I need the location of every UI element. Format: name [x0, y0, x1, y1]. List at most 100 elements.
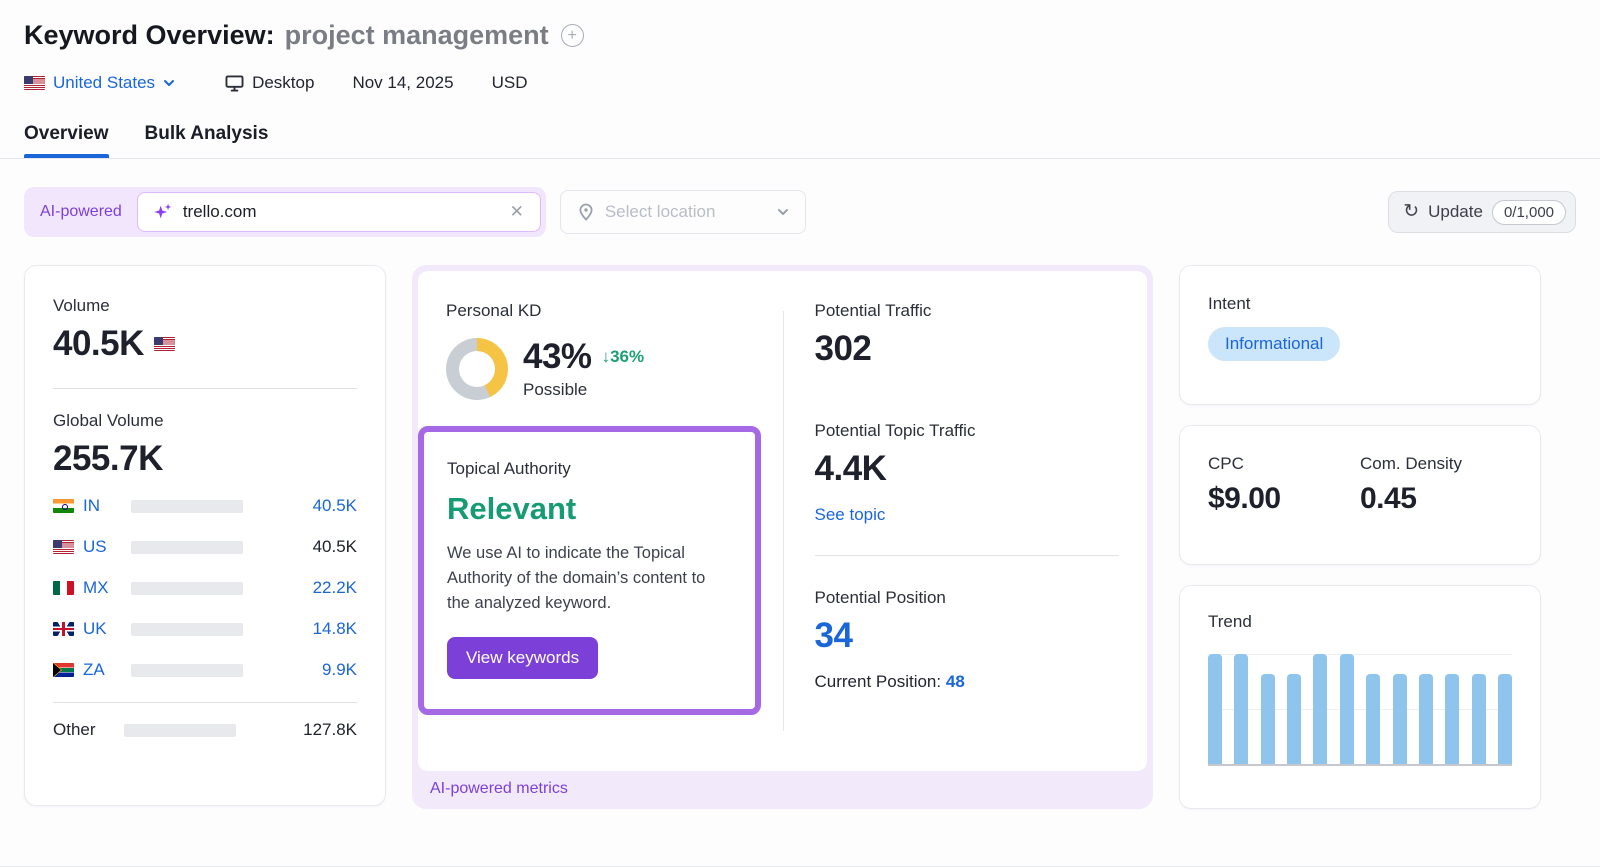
trend-bar	[1445, 673, 1460, 764]
country-selector-label: United States	[53, 73, 156, 92]
global-volume-label: Global Volume	[53, 411, 164, 430]
add-keyword-icon[interactable]: +	[560, 24, 584, 47]
divider	[814, 555, 1119, 556]
country-volume-value: 40.5K	[312, 537, 357, 556]
trend-bar	[1339, 654, 1354, 764]
trend-bar-chart	[1208, 654, 1512, 766]
trend-bar	[1471, 673, 1486, 764]
trend-label: Trend	[1208, 612, 1252, 631]
competitive-density-value: 0.45	[1360, 482, 1417, 515]
trend-bar	[1366, 673, 1381, 764]
location-pin-icon	[579, 203, 593, 221]
kd-status-label: Possible	[523, 380, 588, 399]
location-select-placeholder: Select location	[604, 202, 716, 221]
country-code-link[interactable]: MX	[83, 578, 117, 598]
trend-bar	[1208, 654, 1222, 764]
volume-bar	[131, 622, 243, 636]
page-title: Keyword Overview:	[24, 20, 275, 50]
global-volume-value: 255.7K	[53, 439, 163, 478]
divider	[53, 702, 357, 703]
competitive-density-label: Com. Density	[1360, 454, 1463, 473]
divider	[782, 311, 784, 731]
india-flag-icon	[53, 499, 74, 513]
other-volume-value: 127.8K	[303, 720, 357, 739]
south-africa-flag-icon	[53, 663, 74, 677]
potential-position-value: 34	[814, 616, 853, 655]
trend-bar	[1287, 673, 1302, 764]
cpc-value: $9.00	[1208, 482, 1281, 515]
us-flag-icon	[53, 540, 74, 554]
country-selector[interactable]: United States	[24, 73, 175, 93]
clear-input-icon[interactable]: ✕	[508, 202, 526, 222]
intent-badge[interactable]: Informational	[1208, 327, 1341, 361]
see-topic-link[interactable]: See topic	[815, 505, 886, 525]
personal-kd-label: Personal KD	[446, 301, 542, 320]
trend-bar	[1497, 673, 1512, 764]
us-flag-icon	[24, 76, 45, 90]
topical-authority-value: Relevant	[447, 491, 577, 526]
trend-card: Trend	[1179, 585, 1541, 809]
kd-delta-value: ↓36%	[601, 347, 645, 366]
cpc-card: CPC $9.00 Com. Density 0.45	[1179, 425, 1541, 565]
country-code-link[interactable]: ZA	[83, 660, 117, 680]
volume-bar	[131, 499, 243, 513]
volume-bar	[131, 663, 243, 677]
trend-bar	[1392, 673, 1407, 764]
volume-bar	[131, 540, 243, 554]
domain-input[interactable]: trello.com ✕	[136, 192, 541, 232]
kd-percent-value: 43%	[523, 337, 592, 376]
volume-bar	[131, 581, 243, 595]
desktop-icon	[225, 74, 244, 92]
domain-input-value: trello.com	[182, 202, 257, 221]
view-keywords-button[interactable]: View keywords	[447, 637, 599, 680]
device-indicator: Desktop	[225, 73, 314, 93]
title-row: Keyword Overview: project management +	[24, 20, 1576, 51]
ai-powered-badge: AI-powered	[40, 203, 122, 220]
other-label: Other	[53, 720, 96, 739]
trend-bar	[1234, 654, 1249, 764]
potential-position-label: Potential Position	[814, 588, 946, 607]
country-code-link[interactable]: US	[83, 537, 117, 557]
country-row-uk: UK 14.8K	[53, 615, 357, 643]
topical-authority-description: We use AI to indicate the Topical Author…	[447, 544, 706, 612]
country-row-us: US 40.5K	[53, 533, 357, 561]
country-code-link[interactable]: IN	[83, 496, 117, 516]
country-volume-value[interactable]: 22.2K	[243, 578, 357, 598]
update-quota-badge: 0/1,000	[1491, 199, 1566, 225]
tab-bar: Overview Bulk Analysis	[24, 123, 1576, 158]
tab-overview[interactable]: Overview	[24, 123, 109, 158]
update-button[interactable]: ↻ Update 0/1,000	[1388, 191, 1576, 233]
trend-bars	[1208, 654, 1512, 764]
cpc-label: CPC	[1208, 454, 1244, 473]
update-button-label: Update	[1428, 202, 1483, 221]
uk-flag-icon	[53, 622, 74, 636]
page-title-keyword: project management	[284, 20, 549, 50]
ai-metrics-panel: Personal KD 43% ↓36% Possible Topical Au…	[412, 265, 1153, 809]
refresh-icon: ↻	[1403, 200, 1420, 222]
current-position-value: 48	[945, 672, 965, 691]
kd-donut-chart	[446, 337, 508, 400]
tab-bulk-analysis[interactable]: Bulk Analysis	[145, 123, 269, 158]
us-flag-icon	[153, 337, 175, 351]
country-volume-value[interactable]: 9.9K	[243, 660, 357, 680]
ai-powered-metrics-label: AI-powered metrics	[430, 780, 568, 797]
location-select[interactable]: Select location	[559, 190, 806, 234]
volume-value: 40.5K	[53, 324, 144, 363]
country-volume-value[interactable]: 40.5K	[243, 496, 357, 516]
header-meta-row: United States Desktop Nov 14, 2025 USD	[24, 73, 1576, 93]
potential-traffic-value: 302	[814, 329, 872, 368]
country-row-in: IN 40.5K	[53, 492, 357, 520]
country-code-link[interactable]: UK	[83, 619, 117, 639]
divider	[53, 388, 357, 389]
potential-topic-traffic-label: Potential Topic Traffic	[814, 421, 976, 440]
kd-traffic-card: Personal KD 43% ↓36% Possible Topical Au…	[418, 271, 1147, 771]
country-volume-value[interactable]: 14.8K	[243, 619, 357, 639]
sparkle-icon	[154, 203, 172, 219]
topical-authority-label: Topical Authority	[447, 459, 571, 478]
right-column: Intent Informational CPC $9.00 Com. Dens…	[1179, 265, 1541, 809]
main-content: Volume 40.5K Global Volume 255.7K IN 40.…	[0, 237, 1600, 809]
keyword-overview-page: Keyword Overview: project management + U…	[0, 0, 1600, 867]
other-countries-row: Other 127.8K	[53, 716, 357, 744]
trend-bar	[1313, 654, 1328, 764]
current-position-label: Current Position:	[814, 672, 942, 691]
